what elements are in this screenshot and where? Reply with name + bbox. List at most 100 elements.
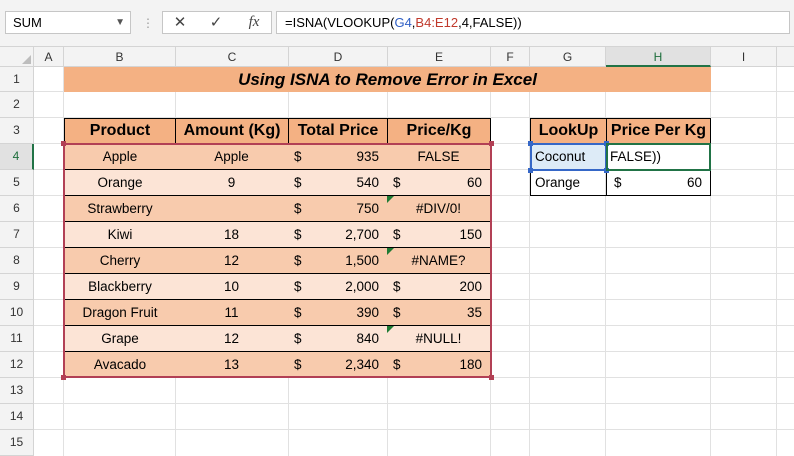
header-total-price[interactable]: Total Price: [288, 118, 388, 144]
row-header-10[interactable]: 10: [0, 300, 34, 326]
column-header-i[interactable]: I: [711, 47, 777, 67]
selection-handle[interactable]: [489, 141, 494, 146]
cell-amount[interactable]: 18: [175, 222, 289, 248]
column-header-j[interactable]: [777, 47, 794, 67]
cell-product[interactable]: Avacado: [64, 352, 176, 378]
cell-amount[interactable]: Apple: [175, 144, 289, 170]
price-value: FALSE: [417, 149, 460, 164]
cell-total-price[interactable]: $1,500: [288, 248, 388, 274]
row-header-7[interactable]: 7: [0, 222, 34, 248]
row-header-13[interactable]: 13: [0, 378, 34, 404]
sheet-title[interactable]: Using ISNA to Remove Error in Excel: [64, 67, 711, 92]
cell-product[interactable]: Orange: [64, 170, 176, 196]
error-indicator-icon[interactable]: [387, 326, 394, 333]
cell-amount[interactable]: 12: [175, 248, 289, 274]
total-value: 1,500: [345, 253, 379, 268]
header-product[interactable]: Product: [64, 118, 176, 144]
lookup-cell-g5[interactable]: Orange: [530, 170, 607, 196]
selection-handle[interactable]: [61, 141, 66, 146]
cell-total-price[interactable]: $750: [288, 196, 388, 222]
column-header-c[interactable]: C: [176, 47, 289, 67]
cell-total-price[interactable]: $840: [288, 326, 388, 352]
row-header-4[interactable]: 4: [0, 144, 34, 170]
row-header-2[interactable]: 2: [0, 92, 34, 118]
cell-total-price[interactable]: $390: [288, 300, 388, 326]
currency-symbol: $: [294, 201, 302, 216]
cell-product[interactable]: Cherry: [64, 248, 176, 274]
lookup-value: 60: [686, 175, 702, 190]
enter-icon[interactable]: ✓: [203, 12, 229, 33]
row-header-6[interactable]: 6: [0, 196, 34, 222]
row-header-11[interactable]: 11: [0, 326, 34, 352]
total-value: 390: [356, 305, 379, 320]
price-value: #NULL!: [415, 331, 462, 346]
selection-handle[interactable]: [61, 375, 66, 380]
selection-handle[interactable]: [489, 375, 494, 380]
cell-product[interactable]: Strawberry: [64, 196, 176, 222]
header-lookup[interactable]: LookUp: [530, 118, 607, 144]
column-header-h[interactable]: H: [606, 47, 711, 67]
cell-product[interactable]: Dragon Fruit: [64, 300, 176, 326]
cell-product[interactable]: Grape: [64, 326, 176, 352]
cell-price-per-kg[interactable]: #NAME?: [387, 248, 491, 274]
cell-product[interactable]: Apple: [64, 144, 176, 170]
cell-amount[interactable]: 9: [175, 170, 289, 196]
cell-amount[interactable]: 10: [175, 274, 289, 300]
column-header-e[interactable]: E: [388, 47, 491, 67]
insert-function-icon[interactable]: fx: [241, 12, 267, 33]
reference-handle[interactable]: [528, 141, 533, 146]
name-box[interactable]: SUM ▼: [5, 11, 131, 34]
cell-total-price[interactable]: $540: [288, 170, 388, 196]
cell-total-price[interactable]: $2,340: [288, 352, 388, 378]
row-header-14[interactable]: 14: [0, 404, 34, 430]
price-value: 60: [466, 175, 482, 190]
column-header-f[interactable]: F: [491, 47, 530, 67]
column-header-b[interactable]: B: [64, 47, 176, 67]
formula-input[interactable]: =ISNA(VLOOKUP(G4,B4:E12,4,FALSE)): [276, 11, 790, 34]
cell-price-per-kg[interactable]: #NULL!: [387, 326, 491, 352]
row-header-15[interactable]: 15: [0, 430, 34, 456]
currency-symbol: $: [393, 357, 401, 372]
cell-product[interactable]: Blackberry: [64, 274, 176, 300]
header-price-per-kg-lookup[interactable]: Price Per Kg: [606, 118, 711, 144]
lookup-cell-h5[interactable]: $ 60: [606, 170, 711, 196]
cell-amount[interactable]: 13: [175, 352, 289, 378]
row-header-5[interactable]: 5: [0, 170, 34, 196]
column-header-d[interactable]: D: [289, 47, 388, 67]
error-indicator-icon[interactable]: [387, 196, 394, 203]
row-header-12[interactable]: 12: [0, 352, 34, 378]
error-indicator-icon[interactable]: [387, 248, 394, 255]
cell-price-per-kg[interactable]: $180: [387, 352, 491, 378]
header-price-per-kg[interactable]: Price/Kg: [387, 118, 491, 144]
select-all-button[interactable]: [0, 47, 34, 67]
price-value: 150: [459, 227, 482, 242]
cell-price-per-kg[interactable]: $35: [387, 300, 491, 326]
cell-price-per-kg[interactable]: $200: [387, 274, 491, 300]
total-value: 2,700: [345, 227, 379, 242]
chevron-down-icon[interactable]: ▼: [115, 12, 125, 33]
cell-price-per-kg[interactable]: #DIV/0!: [387, 196, 491, 222]
cell-total-price[interactable]: $935: [288, 144, 388, 170]
cell-amount[interactable]: 12: [175, 326, 289, 352]
cancel-icon[interactable]: ✕: [167, 12, 193, 33]
cell-price-per-kg[interactable]: $60: [387, 170, 491, 196]
row-header-1[interactable]: 1: [0, 67, 34, 92]
formula-ref-g4: G4: [394, 15, 412, 30]
cell-total-price[interactable]: $2,700: [288, 222, 388, 248]
column-header-g[interactable]: G: [530, 47, 606, 67]
header-amount[interactable]: Amount (Kg): [175, 118, 289, 144]
column-header-a[interactable]: A: [34, 47, 64, 67]
row-header-8[interactable]: 8: [0, 248, 34, 274]
cell-amount[interactable]: [175, 196, 289, 222]
cell-total-price[interactable]: $2,000: [288, 274, 388, 300]
drag-handle-icon[interactable]: ⋮: [142, 16, 154, 30]
reference-handle[interactable]: [528, 168, 533, 173]
price-value: #DIV/0!: [415, 201, 462, 216]
cell-price-per-kg[interactable]: FALSE: [387, 144, 491, 170]
row-header-3[interactable]: 3: [0, 118, 34, 144]
cell-price-per-kg[interactable]: $150: [387, 222, 491, 248]
currency-symbol: $: [393, 279, 401, 294]
row-header-9[interactable]: 9: [0, 274, 34, 300]
cell-amount[interactable]: 11: [175, 300, 289, 326]
cell-product[interactable]: Kiwi: [64, 222, 176, 248]
